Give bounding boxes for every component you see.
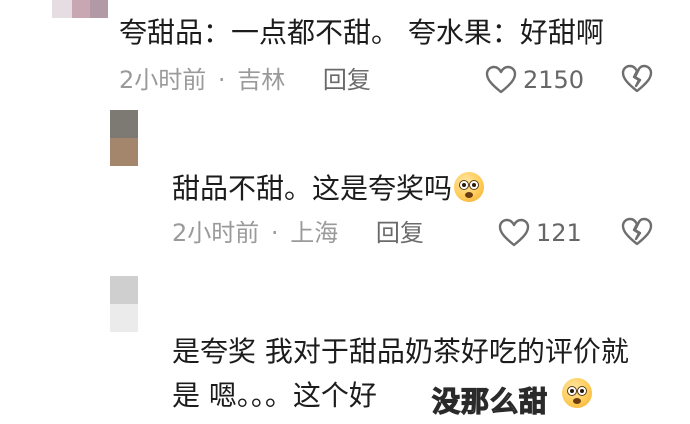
dislike-button[interactable] bbox=[621, 217, 653, 251]
avatar[interactable] bbox=[52, 0, 108, 18]
like-button[interactable]: 2150 bbox=[485, 63, 584, 97]
comment-text-line-2: 是 嗯。。。这个好 bbox=[172, 379, 377, 412]
comment-text-line-1: 是夸奖 我对于甜品奶茶好吃的评价就 bbox=[172, 335, 629, 368]
comment-text: 甜品不甜。这是夸奖吗 bbox=[172, 172, 453, 205]
reply-button[interactable]: 回复 bbox=[323, 66, 371, 94]
comment-text: 甜品不甜。这是夸奖吗 bbox=[172, 172, 485, 205]
comment-text: 夸甜品：一点都不甜。 夸水果：好甜啊 bbox=[119, 16, 604, 49]
comment-location: 上海 bbox=[290, 219, 339, 247]
broken-heart-icon bbox=[621, 217, 653, 246]
watermark: 没那么甜 bbox=[431, 384, 549, 418]
comment-location: 吉林 bbox=[237, 66, 286, 94]
comment-meta: 2小时前 · 上海 回复 bbox=[172, 221, 424, 245]
avatar[interactable] bbox=[110, 110, 138, 166]
heart-outline-icon bbox=[498, 218, 530, 247]
comment-text: 夸甜品：一点都不甜。 夸水果：好甜啊 bbox=[119, 19, 604, 47]
like-count: 2150 bbox=[523, 66, 585, 94]
like-count: 121 bbox=[536, 219, 582, 247]
comment-meta: 2小时前 · 吉林 回复 bbox=[119, 68, 371, 92]
avatar[interactable] bbox=[110, 276, 138, 332]
meta-separator: · bbox=[270, 219, 279, 247]
broken-heart-icon bbox=[621, 64, 653, 93]
like-button[interactable]: 121 bbox=[498, 216, 582, 250]
heart-outline-icon bbox=[485, 65, 517, 94]
comment-time: 2小时前 bbox=[172, 219, 260, 247]
reply-button[interactable]: 回复 bbox=[376, 219, 424, 247]
flushed-face-emoji bbox=[454, 172, 485, 202]
meta-separator: · bbox=[217, 66, 226, 94]
grinning-sweat-emoji bbox=[562, 378, 592, 408]
comment-time: 2小时前 bbox=[119, 66, 207, 94]
dislike-button[interactable] bbox=[621, 64, 653, 98]
